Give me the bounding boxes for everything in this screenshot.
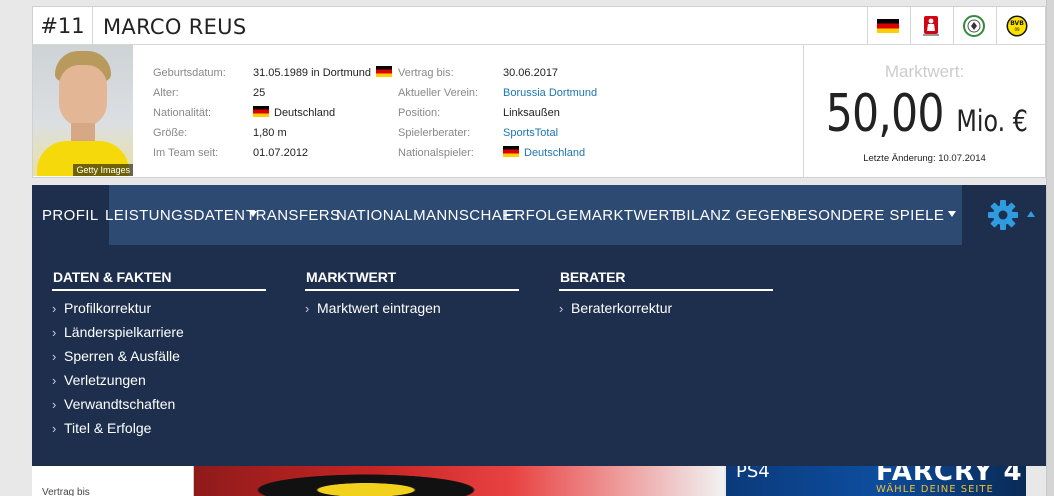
submenu-heading: MARKTWERT	[305, 269, 519, 291]
info-value: 25	[253, 87, 266, 99]
national-team-link[interactable]: Deutschland	[524, 147, 585, 159]
club-button[interactable]: BVB 09	[996, 7, 1034, 45]
info-row-team-since: Im Team seit: 01.07.2012	[153, 143, 393, 163]
submenu-column-berater: BERATER › Beraterkorrektur	[559, 269, 773, 320]
info-value: 30.06.2017	[503, 67, 559, 79]
nav-tab-transfers[interactable]: TRANSFERS	[246, 185, 340, 245]
submenu-column-marktwert: MARKTWERT › Marktwert eintragen	[305, 269, 519, 320]
submenu-link-sperren-ausfaelle[interactable]: › Sperren & Ausfälle	[52, 344, 266, 368]
club-link[interactable]: Borussia Dortmund	[503, 83, 597, 103]
bundesliga-logo-icon	[923, 16, 939, 36]
chevron-right-icon: ›	[559, 301, 564, 316]
germany-flag-icon	[877, 19, 899, 33]
info-row-birth: Geburtsdatum: 31.05.1989 in Dortmund	[153, 63, 393, 83]
submenu-link-verwandtschaften[interactable]: › Verwandtschaften	[52, 392, 266, 416]
chevron-right-icon: ›	[52, 421, 57, 436]
nav-bar: PROFIL LEISTUNGSDATEN TRANSFERS NATIONAL…	[32, 185, 962, 245]
photo-credit: Getty Images	[73, 164, 133, 176]
germany-flag-icon	[376, 66, 393, 77]
info-label: Größe:	[153, 127, 188, 139]
caret-down-icon	[948, 211, 957, 217]
svg-text:BVB: BVB	[1010, 20, 1024, 27]
market-value-title: Marktwert:	[884, 62, 965, 81]
svg-text:09: 09	[1014, 27, 1020, 32]
submenu-heading: DATEN & FAKTEN	[52, 269, 266, 291]
nav-tab-profil[interactable]: PROFIL	[32, 185, 109, 245]
ad-subtitle: WÄHLE DEINE SEITE	[876, 484, 994, 495]
dfb-button[interactable]	[953, 7, 991, 45]
info-label: Nationalität:	[153, 107, 212, 119]
market-value-last-change: Letzte Änderung: 10.07.2014	[863, 153, 986, 164]
submenu-heading: BERATER	[559, 269, 773, 291]
nav-tab-besondere-spiele[interactable]: BESONDERE SPIELE	[787, 185, 957, 245]
chevron-right-icon: ›	[52, 349, 57, 364]
info-label: Geburtsdatum:	[153, 67, 226, 79]
caret-up-icon[interactable]	[1027, 211, 1035, 217]
info-label: Nationalspieler:	[398, 147, 474, 159]
info-label: Aktueller Verein:	[398, 87, 479, 99]
nav-tab-bilanz-gegen[interactable]: BILANZ GEGEN	[676, 185, 792, 245]
page-scrollbar[interactable]	[1046, 0, 1054, 496]
agent-link[interactable]: SportsTotal	[503, 123, 558, 143]
info-label: Vertrag bis:	[398, 67, 454, 79]
info-row-age: Alter: 25	[153, 83, 393, 103]
profile-navigation: PROFIL LEISTUNGSDATEN TRANSFERS NATIONAL…	[32, 185, 1046, 466]
bundesliga-button[interactable]	[910, 7, 948, 45]
chevron-right-icon: ›	[305, 301, 310, 316]
profile-data-right: Vertrag bis: 30.06.2017 Aktueller Verein…	[398, 63, 798, 163]
germany-flag-icon	[253, 106, 269, 117]
chevron-right-icon: ›	[52, 397, 57, 412]
info-value: 01.07.2012	[253, 147, 309, 159]
germany-flag-icon	[503, 146, 519, 157]
chevron-right-icon: ›	[52, 301, 57, 316]
advertisement-banner[interactable]: PS4 FARCRY 4 WÄHLE DEINE SEITE	[726, 466, 1026, 496]
chevron-right-icon: ›	[52, 373, 57, 388]
submenu-link-profilkorrektur[interactable]: › Profilkorrektur	[52, 296, 266, 320]
info-label: Im Team seit:	[153, 147, 219, 159]
info-row-agent: Spielerberater: SportsTotal	[398, 123, 798, 143]
below-fold-content: Vertrag bis PS4 FARCRY 4 WÄHLE DEINE SEI…	[32, 466, 1046, 496]
info-value: Deutschland	[503, 143, 585, 163]
title-bar: #11 MARCO REUS BVB 09	[33, 7, 1045, 45]
info-row-club: Aktueller Verein: Borussia Dortmund	[398, 83, 798, 103]
gear-icon[interactable]	[987, 199, 1019, 231]
nav-tab-marktwert[interactable]: MARKTWERT	[579, 185, 679, 245]
submenu-column-daten-fakten: DATEN & FAKTEN › Profilkorrektur › Länders…	[52, 269, 266, 440]
profile-data-left: Geburtsdatum: 31.05.1989 in Dortmund Alt…	[153, 63, 393, 163]
bvb-logo-icon: BVB09	[1006, 15, 1028, 37]
info-value: 1,80 m	[253, 127, 287, 139]
info-row-nationality: Nationalität: Deutschland	[153, 103, 393, 123]
shirt-number: #11	[33, 7, 93, 45]
player-header: #11 MARCO REUS BVB 09 Getty Images Geburt…	[32, 6, 1046, 178]
sidebar-info-box: Vertrag bis	[32, 466, 194, 496]
nav-tab-erfolge[interactable]: ERFOLGE	[504, 185, 578, 245]
nav-tab-nationalmannschaft[interactable]: NATIONALMANNSCHAFT	[336, 185, 521, 245]
dfb-logo-icon	[963, 15, 985, 37]
info-row-height: Größe: 1,80 m	[153, 123, 393, 143]
info-row-national-player: Nationalspieler: Deutschland	[398, 143, 798, 163]
chevron-right-icon: ›	[52, 325, 57, 340]
sidebar-info-text: Vertrag bis	[42, 487, 90, 496]
market-value-amount[interactable]: 50,00 Mio. €	[826, 88, 1028, 147]
info-value: Linksaußen	[503, 107, 560, 119]
info-row-position: Position: Linksaußen	[398, 103, 798, 123]
info-label: Spielerberater:	[398, 127, 471, 139]
market-value-box: Marktwert: 50,00 Mio. € Letzte Änderung:…	[803, 45, 1045, 177]
ad-ps4-logo: PS4	[736, 466, 770, 482]
info-row-contract: Vertrag bis: 30.06.2017	[398, 63, 798, 83]
submenu-link-marktwert-eintragen[interactable]: › Marktwert eintragen	[305, 296, 519, 320]
info-value: 31.05.1989 in Dortmund	[253, 63, 397, 83]
nav-tab-leistungsdaten[interactable]: LEISTUNGSDATEN	[105, 185, 258, 245]
info-value: Deutschland	[253, 103, 335, 123]
submenu-link-beraterkorrektur[interactable]: › Beraterkorrektur	[559, 296, 773, 320]
player-name: MARCO REUS	[103, 15, 247, 39]
info-label: Alter:	[153, 87, 179, 99]
nationality-flag-button[interactable]	[867, 7, 905, 45]
submenu-link-titel-erfolge[interactable]: › Titel & Erfolge	[52, 416, 266, 440]
player-photo: Getty Images	[33, 45, 133, 176]
article-image[interactable]	[194, 466, 724, 496]
submenu-link-verletzungen[interactable]: › Verletzungen	[52, 368, 266, 392]
submenu-link-laenderspielkarriere[interactable]: › Länderspielkarriere	[52, 320, 266, 344]
info-label: Position:	[398, 107, 441, 119]
